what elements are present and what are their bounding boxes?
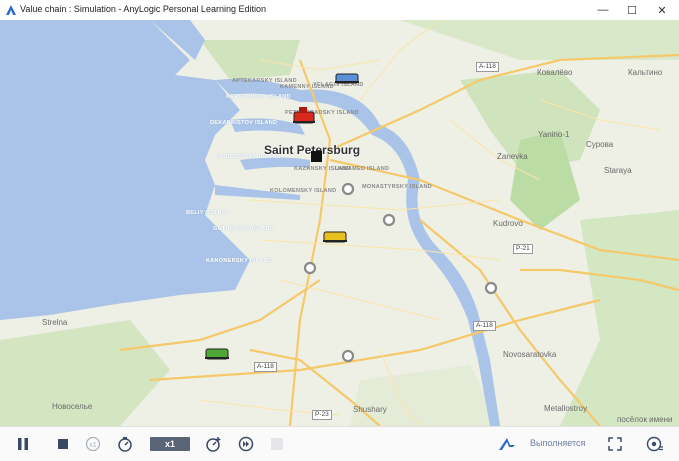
minimize-button[interactable]: — xyxy=(588,0,618,20)
retailer-marker xyxy=(484,281,498,295)
anylogic-app-icon xyxy=(6,5,16,15)
pause-button[interactable] xyxy=(14,435,32,453)
fast-forward-icon xyxy=(238,436,254,452)
pause-icon xyxy=(18,438,28,450)
realtime-icon xyxy=(118,437,132,452)
close-button[interactable]: ✕ xyxy=(647,0,677,20)
simulation-toolbar: x1 x1 Выполняется xyxy=(0,426,679,461)
anylogic-logo-icon xyxy=(499,438,515,450)
anylogic-logo xyxy=(497,435,517,453)
step-button[interactable] xyxy=(268,435,286,453)
maximize-icon: ☐ xyxy=(627,4,637,17)
realtime-button[interactable] xyxy=(116,435,134,453)
agents-layer xyxy=(205,73,498,363)
map-view[interactable]: Ковалёво Кальтино Yanino-1 Сурова Staray… xyxy=(0,20,679,426)
maximize-button[interactable]: ☐ xyxy=(617,0,647,20)
slow-down-button[interactable]: x1 xyxy=(84,435,102,453)
svg-text:x1: x1 xyxy=(89,442,97,449)
fullscreen-icon xyxy=(608,437,622,451)
step-icon xyxy=(271,438,283,450)
retailer-marker xyxy=(341,182,355,196)
speed-up-button[interactable] xyxy=(205,435,223,453)
fast-forward-button[interactable] xyxy=(237,435,255,453)
truck-yellow-icon xyxy=(323,231,347,243)
truck-green-icon xyxy=(205,348,229,360)
speed-up-icon xyxy=(206,437,221,452)
retailer-marker xyxy=(341,349,355,363)
truck-red-icon xyxy=(293,107,315,124)
minimize-icon: — xyxy=(597,4,609,16)
settings-button[interactable] xyxy=(645,435,665,453)
stop-button[interactable] xyxy=(54,435,72,453)
retailer-marker xyxy=(382,213,396,227)
speed-indicator: x1 xyxy=(150,437,190,451)
status-text: Выполняется xyxy=(530,438,586,448)
window-title: Value chain : Simulation - AnyLogic Pers… xyxy=(20,4,266,14)
settings-icon xyxy=(646,436,663,452)
retailer-marker xyxy=(303,261,317,275)
close-icon: ✕ xyxy=(657,4,667,17)
title-bar: Value chain : Simulation - AnyLogic Pers… xyxy=(0,0,679,21)
truck-blue-icon xyxy=(335,73,359,84)
distribution-center-marker xyxy=(311,151,322,162)
stop-icon xyxy=(58,439,68,449)
speed-down-icon: x1 xyxy=(85,436,101,452)
fullscreen-button[interactable] xyxy=(606,435,624,453)
